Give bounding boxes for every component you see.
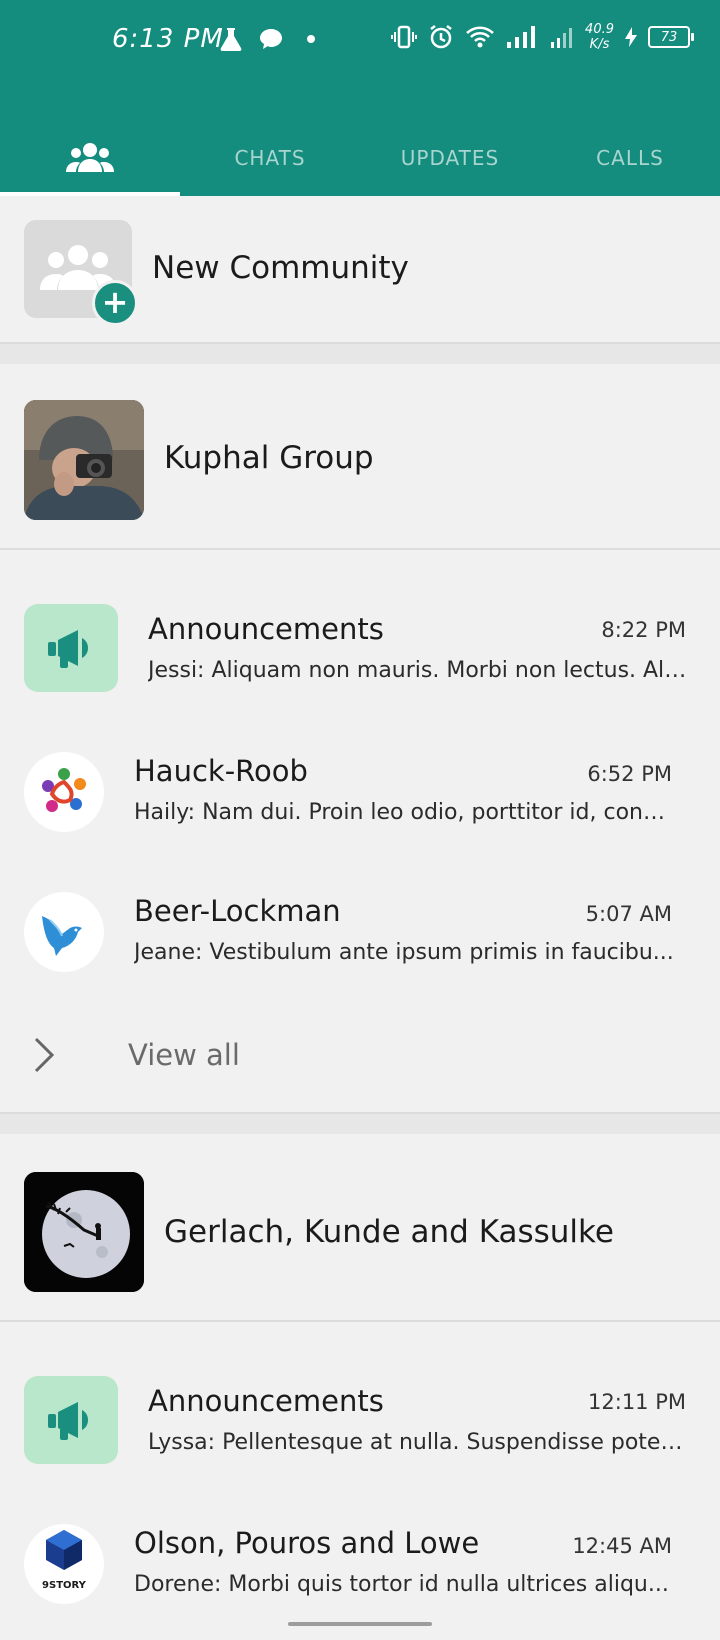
- add-badge-icon: +: [92, 280, 138, 326]
- tab-bar: CHATS UPDATES CALLS: [0, 120, 720, 196]
- app-header: 6:13 PM 40.9 K/s 73 CHATS UPDATES CALLS: [0, 0, 720, 196]
- home-indicator[interactable]: [288, 1622, 432, 1626]
- bird-logo-icon: [42, 916, 82, 956]
- section-gap: [0, 344, 720, 364]
- alarm-icon: [430, 25, 452, 49]
- communities-icon: [66, 143, 114, 172]
- view-all-row[interactable]: View all: [0, 1000, 720, 1112]
- vibrate-icon: [391, 25, 418, 49]
- group-row-hauck-roob[interactable]: Hauck-Roob 6:52 PM Haily: Nam dui. Proin…: [0, 720, 720, 860]
- group-avatar-9story: 9STORY: [24, 1524, 104, 1604]
- community-avatar-photographer: [24, 400, 144, 520]
- group-avatar-beer-lockman: [24, 892, 104, 972]
- group-time: 5:07 AM: [585, 902, 672, 926]
- megaphone-icon: [48, 630, 88, 668]
- community-header[interactable]: Gerlach, Kunde and Kassulke: [0, 1134, 720, 1320]
- chat-bubble-icon: [260, 29, 282, 49]
- group-time: 12:45 AM: [572, 1534, 672, 1558]
- announcements-avatar: [24, 1376, 118, 1464]
- community-name: Gerlach, Kunde and Kassulke: [164, 1214, 614, 1250]
- photographer-image: [24, 400, 144, 520]
- battery-indicator: 73: [648, 26, 694, 48]
- chevron-right-icon: [34, 1037, 55, 1073]
- view-all-label: View all: [128, 1038, 240, 1072]
- group-preview: Lyssa: Pellentesque at nulla. Suspendiss…: [148, 1430, 688, 1455]
- group-time: 6:52 PM: [587, 762, 672, 786]
- new-community-avatar: +: [24, 220, 138, 326]
- divider: [0, 548, 720, 550]
- colorful-people-logo: [42, 768, 86, 812]
- group-name: Olson, Pouros and Lowe: [134, 1526, 480, 1560]
- svg-text:9STORY: 9STORY: [42, 1580, 87, 1591]
- group-name: Beer-Lockman: [134, 894, 341, 928]
- notification-icons: [218, 26, 324, 52]
- group-name: Announcements: [148, 612, 384, 646]
- new-community-label: New Community: [152, 250, 409, 286]
- community-header[interactable]: Kuphal Group: [0, 364, 720, 548]
- group-time: 8:22 PM: [601, 618, 686, 642]
- group-preview: Jeane: Vestibulum ante ipsum primis in f…: [134, 940, 674, 965]
- system-icons: 40.9 K/s 73: [391, 22, 694, 52]
- group-preview: Dorene: Morbi quis tortor id nulla ultri…: [134, 1572, 669, 1597]
- group-name: Hauck-Roob: [134, 754, 308, 788]
- community-avatar-moon: [24, 1172, 144, 1292]
- net-speed: 40.9 K/s: [585, 22, 614, 52]
- flask-icon: [220, 28, 242, 51]
- group-preview: Haily: Nam dui. Proin leo odio, porttito…: [134, 800, 674, 825]
- group-preview: Jessi: Aliquam non mauris. Morbi non lec…: [148, 658, 688, 683]
- megaphone-icon: [48, 1402, 88, 1440]
- charging-icon: [625, 27, 637, 47]
- group-time: 12:11 PM: [588, 1390, 686, 1414]
- tab-communities[interactable]: [0, 120, 180, 196]
- signal-icon-2: [551, 28, 573, 48]
- status-time: 6:13 PM: [112, 24, 224, 54]
- tab-chats[interactable]: CHATS: [180, 120, 360, 196]
- new-community-row[interactable]: + New Community: [0, 196, 720, 342]
- group-row-announcements[interactable]: Announcements 12:11 PM Lyssa: Pellentesq…: [0, 1348, 720, 1492]
- 9story-logo: 9STORY: [42, 1530, 87, 1591]
- announcements-avatar: [24, 604, 118, 692]
- group-row-olson-pouros-lowe[interactable]: 9STORY Olson, Pouros and Lowe 12:45 AM D…: [0, 1492, 720, 1632]
- group-name: Announcements: [148, 1384, 384, 1418]
- group-avatar-hauck-roob: [24, 752, 104, 832]
- section-gap: [0, 1114, 720, 1134]
- divider: [0, 1320, 720, 1322]
- status-bar: 6:13 PM 40.9 K/s 73: [0, 0, 720, 82]
- tab-updates[interactable]: UPDATES: [360, 120, 540, 196]
- moon-silhouette-image: [24, 1172, 144, 1292]
- signal-icon: [507, 26, 536, 48]
- group-row-announcements[interactable]: Announcements 8:22 PM Jessi: Aliquam non…: [0, 576, 720, 720]
- dot-icon: [307, 35, 315, 43]
- community-name: Kuphal Group: [164, 440, 374, 476]
- group-row-beer-lockman[interactable]: Beer-Lockman 5:07 AM Jeane: Vestibulum a…: [0, 860, 720, 1000]
- tab-calls[interactable]: CALLS: [540, 120, 720, 196]
- wifi-icon: [466, 26, 494, 48]
